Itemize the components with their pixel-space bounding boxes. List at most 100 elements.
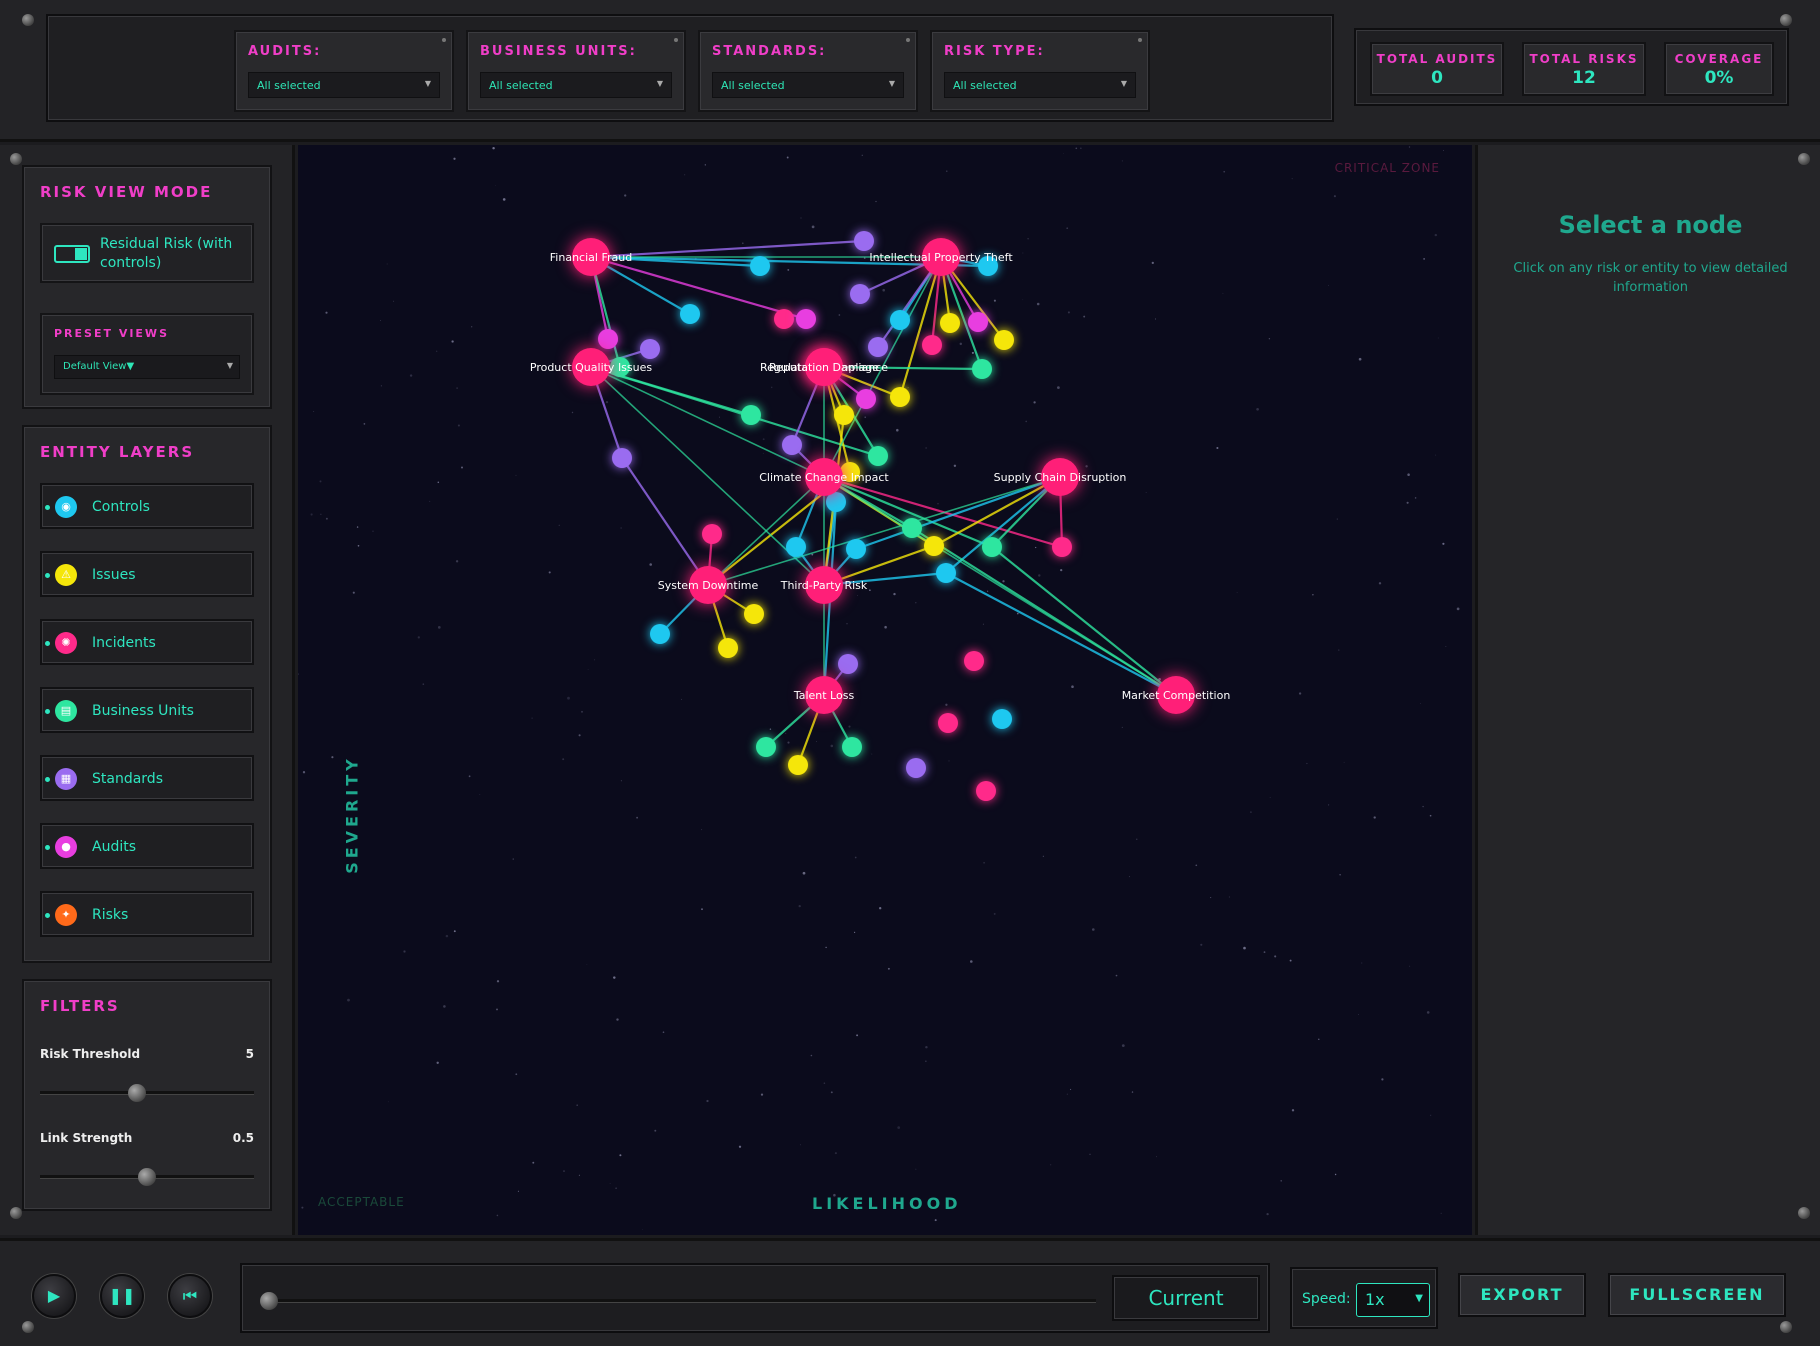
slider-thumb[interactable] xyxy=(128,1084,147,1102)
entity-node[interactable] xyxy=(786,537,806,557)
star xyxy=(1243,946,1246,950)
star xyxy=(946,170,948,172)
timeline-slider[interactable] xyxy=(260,1292,1096,1310)
entity-node[interactable] xyxy=(774,309,794,329)
residual-risk-toggle[interactable]: Residual Risk (with controls) xyxy=(40,223,254,283)
stat-total-audits: TOTAL AUDITS 0 xyxy=(1370,42,1504,96)
rewind-button[interactable]: ⏮ xyxy=(168,1274,212,1318)
slider-thumb[interactable] xyxy=(260,1292,278,1310)
entity-node[interactable] xyxy=(968,312,988,332)
star xyxy=(986,590,989,592)
preset-select[interactable]: Default View▼ ▼ xyxy=(54,355,240,379)
entity-node[interactable] xyxy=(834,405,854,425)
entity-node[interactable] xyxy=(890,387,910,407)
star xyxy=(848,725,851,728)
star xyxy=(1216,446,1219,450)
entity-node[interactable] xyxy=(964,651,984,671)
entity-node[interactable] xyxy=(680,304,700,324)
entity-node[interactable] xyxy=(1052,537,1072,557)
layer-item-incidents[interactable]: ✺ Incidents xyxy=(40,619,254,665)
entity-node[interactable] xyxy=(940,313,960,333)
entity-node[interactable] xyxy=(936,563,956,583)
entity-node[interactable] xyxy=(838,654,858,674)
screw-icon xyxy=(10,1207,22,1219)
entity-node[interactable] xyxy=(868,337,888,357)
star xyxy=(1336,518,1338,520)
audits-select[interactable]: All selected ▼ xyxy=(248,72,440,98)
layer-item-controls[interactable]: ◉ Controls xyxy=(40,483,254,529)
entity-node[interactable] xyxy=(756,737,776,757)
entity-layers-section: ENTITY LAYERS ◉ Controls ⚠ Issues ✺ Incidents… xyxy=(22,425,272,963)
entity-node[interactable] xyxy=(718,638,738,658)
entity-node[interactable] xyxy=(902,518,922,538)
entity-node[interactable] xyxy=(890,310,910,330)
slider-thumb[interactable] xyxy=(138,1168,156,1186)
entity-node[interactable] xyxy=(976,781,996,801)
layer-item-audits[interactable]: ● Audits xyxy=(40,823,254,869)
play-button[interactable]: ▶ xyxy=(32,1274,76,1318)
toggle-switch[interactable] xyxy=(54,245,90,263)
layer-item-standards[interactable]: ▦ Standards xyxy=(40,755,254,801)
layer-item-business-units[interactable]: ▤ Business Units xyxy=(40,687,254,733)
star xyxy=(1429,814,1432,817)
entity-node[interactable] xyxy=(796,309,816,329)
network-graph[interactable]: Financial Fraud Intellectual Property The… xyxy=(298,145,1472,1235)
active-indicator xyxy=(45,573,50,578)
business-units-select[interactable]: All selected ▼ xyxy=(480,72,672,98)
risk-threshold-slider[interactable] xyxy=(40,1084,254,1102)
layer-item-risks[interactable]: ✦ Risks xyxy=(40,891,254,937)
risk-type-select[interactable]: All selected ▼ xyxy=(944,72,1136,98)
export-button[interactable]: EXPORT xyxy=(1458,1273,1586,1317)
entity-node[interactable] xyxy=(640,339,660,359)
star xyxy=(301,1206,304,1209)
speed-select[interactable]: 1x ▼ xyxy=(1356,1283,1430,1317)
star xyxy=(1334,1173,1337,1176)
entity-node[interactable] xyxy=(854,231,874,251)
entity-node[interactable] xyxy=(906,758,926,778)
entity-node[interactable] xyxy=(868,446,888,466)
entity-node[interactable] xyxy=(650,624,670,644)
stat-label: TOTAL RISKS xyxy=(1529,52,1639,66)
entity-node[interactable] xyxy=(702,524,722,544)
entity-node[interactable] xyxy=(741,405,761,425)
star xyxy=(562,758,565,761)
star xyxy=(571,411,574,414)
entity-node[interactable] xyxy=(992,709,1012,729)
fullscreen-button[interactable]: FULLSCREEN xyxy=(1608,1273,1786,1317)
entity-node[interactable] xyxy=(750,256,770,276)
play-icon: ▶ xyxy=(47,1286,61,1305)
graph-canvas[interactable]: Financial Fraud Intellectual Property The… xyxy=(298,145,1472,1235)
filter-bar: AUDITS: All selected ▼ BUSINESS UNITS: Al… xyxy=(46,14,1334,122)
star xyxy=(1333,195,1336,198)
star xyxy=(515,1073,518,1076)
layer-item-issues[interactable]: ⚠ Issues xyxy=(40,551,254,597)
playback-bar: ▶ ❚❚ ⏮ Current Speed: 1x ▼ EXPORT FULLSCR… xyxy=(0,1238,1820,1346)
entity-node[interactable] xyxy=(982,537,1002,557)
link-strength-label: Link Strength xyxy=(40,1131,133,1145)
star xyxy=(970,960,973,963)
star xyxy=(1269,797,1271,798)
star xyxy=(769,728,772,730)
star xyxy=(982,623,984,625)
entity-node[interactable] xyxy=(850,284,870,304)
standards-select[interactable]: All selected ▼ xyxy=(712,72,904,98)
entity-node[interactable] xyxy=(856,389,876,409)
entity-node[interactable] xyxy=(922,335,942,355)
entity-node[interactable] xyxy=(938,713,958,733)
link-strength-slider[interactable] xyxy=(40,1168,254,1186)
entity-node[interactable] xyxy=(744,604,764,624)
pause-button[interactable]: ❚❚ xyxy=(100,1274,144,1318)
entity-node[interactable] xyxy=(924,536,944,556)
entity-node[interactable] xyxy=(842,737,862,757)
entity-node[interactable] xyxy=(782,435,802,455)
entity-node[interactable] xyxy=(788,755,808,775)
entity-node[interactable] xyxy=(994,330,1014,350)
star xyxy=(937,503,939,505)
entity-node[interactable] xyxy=(598,329,618,349)
star xyxy=(453,157,456,160)
star xyxy=(762,452,764,454)
entity-node[interactable] xyxy=(972,359,992,379)
link-strength-value: 0.5 xyxy=(232,1131,254,1145)
entity-node[interactable] xyxy=(846,539,866,559)
entity-node[interactable] xyxy=(612,448,632,468)
